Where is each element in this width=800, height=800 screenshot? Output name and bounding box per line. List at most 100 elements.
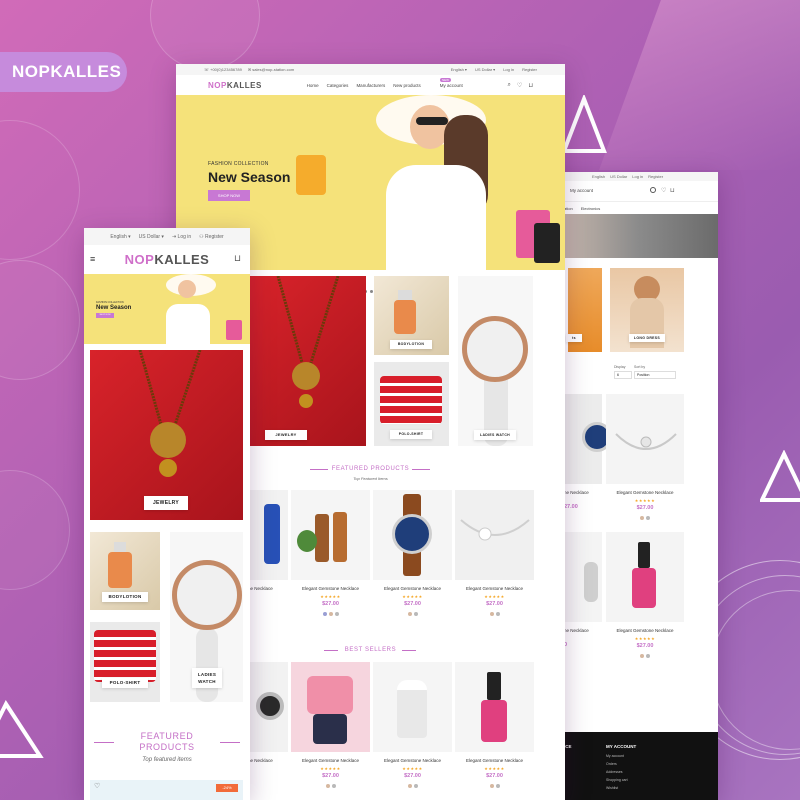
sort-select[interactable]: Position <box>634 371 676 379</box>
product-card[interactable]: ne Necklace 0 <box>564 532 602 662</box>
category-polo-shirt[interactable]: POLO-SHIRT <box>374 362 449 446</box>
language-select[interactable]: English ▾ <box>110 234 130 240</box>
hero-model-image <box>296 95 565 270</box>
search-icon[interactable] <box>650 187 656 193</box>
featured-products-subtitle: Top featured items <box>142 757 192 763</box>
hero-title: New Season <box>208 169 291 185</box>
featured-products-title: FEATURED PRODUCTS <box>139 731 195 752</box>
category-bodylotion[interactable]: BODYLOTION <box>90 532 160 610</box>
category-bodylotion[interactable]: BODYLOTION <box>374 276 449 355</box>
category-label: LADIES WATCH <box>192 668 222 688</box>
triangle-decor-icon <box>0 700 44 758</box>
currency-select[interactable]: US Dollar ▾ <box>139 234 164 240</box>
necklace-image <box>138 349 202 477</box>
product-card[interactable]: Elegant Gemstone Necklace ★★★★★ $27.00 <box>291 490 370 622</box>
shop-now-button[interactable]: SHOP NOW <box>208 190 250 201</box>
sort-label: Sort by <box>634 365 646 369</box>
category-card[interactable]: LONG DRESS <box>610 268 684 352</box>
wishlist-icon[interactable]: ♡ <box>517 82 522 89</box>
site-logo[interactable]: NOPKALLES <box>125 252 210 267</box>
nav-manufacturers[interactable]: Manufacturers <box>356 83 385 88</box>
product-card[interactable]: Elegant Gemstone Necklace ★★★★★ $27.00 <box>373 662 452 800</box>
display-label: Display <box>614 365 626 369</box>
currency-select[interactable]: US Dollar <box>610 174 627 179</box>
nav-my-account[interactable]: My account <box>570 188 593 193</box>
discount-badge: -24% <box>216 784 238 792</box>
email-text: ✉ sales@nop-station.com <box>247 67 295 72</box>
nav-categories[interactable]: Categories <box>327 83 349 88</box>
search-icon[interactable]: ⌕ <box>508 82 511 89</box>
mobile-topbar: English ▾ US Dollar ▾ ⇥ Log in ⚇ Registe… <box>84 228 250 245</box>
category-card[interactable]: ts <box>566 268 602 352</box>
desktop-header: NOPKALLES Home Categories Manufacturers … <box>176 75 565 95</box>
product-card[interactable]: ne Necklace 27.00 <box>564 394 612 524</box>
category-jewelry[interactable]: JEWELRY <box>90 349 243 520</box>
necklace-image <box>276 275 340 408</box>
register-link[interactable]: Register <box>522 67 537 72</box>
footer-link[interactable]: Wishlist <box>606 786 628 790</box>
desktop-topbar: ☏ +00(0)123456789 ✉ sales@nop-station.co… <box>176 64 565 75</box>
hamburger-menu-icon[interactable]: ≡ <box>90 254 95 264</box>
footer-link[interactable]: Addresses <box>606 770 628 774</box>
nav-my-account[interactable]: My account <box>440 83 463 88</box>
category-label: JEWELRY <box>265 430 307 440</box>
triangle-decor-icon <box>561 95 607 153</box>
language-select[interactable]: English <box>592 174 605 179</box>
category-label: LADIES WATCH <box>474 430 516 440</box>
category-jewelry[interactable]: JEWELRY <box>248 275 366 446</box>
category-ladies-watch[interactable]: LADIES WATCH <box>458 276 533 446</box>
category-polo-shirt[interactable]: POLO-SHIRT <box>90 622 160 702</box>
login-link[interactable]: ⇥ Log in <box>172 234 191 240</box>
register-link[interactable]: Register <box>648 174 663 179</box>
new-badge: NEW <box>439 77 451 82</box>
nav-new-products[interactable]: New productsNEW <box>393 77 451 88</box>
product-card[interactable]: ne Necklace <box>248 662 288 800</box>
nav-home[interactable]: Home <box>307 83 319 88</box>
back-header: My account ♡ ⊔ <box>540 182 718 202</box>
category-label: BODYLOTION <box>102 592 148 602</box>
category-ladies-watch[interactable]: LADIES WATCH <box>170 532 243 702</box>
product-card[interactable]: ne Necklace <box>248 490 288 622</box>
subnav-item[interactable]: ation <box>564 206 573 211</box>
shop-now-button[interactable]: SHOP NOW <box>96 313 114 318</box>
product-card[interactable]: Elegant Gemstone Necklace ★★★★★ $27.00 <box>455 490 534 622</box>
category-label: JEWELRY <box>144 496 188 510</box>
register-link[interactable]: ⚇ Register <box>199 234 224 240</box>
mobile-header: ≡ NOPKALLES ⊔ <box>84 245 250 273</box>
footer-link[interactable]: My account <box>606 754 628 758</box>
cart-icon[interactable]: ⊔ <box>670 187 675 194</box>
phone-text: ☏ +00(0)123456789 <box>204 67 242 72</box>
wishlist-icon[interactable]: ♡ <box>661 187 666 194</box>
back-subnav: ation Electronics <box>540 203 718 213</box>
back-screenshot: English US Dollar Log in Register My acc… <box>540 172 718 800</box>
back-hero <box>540 214 718 258</box>
product-card[interactable]: ♡ -24% <box>90 780 243 800</box>
display-select[interactable]: 6 <box>614 371 632 379</box>
footer-link[interactable]: Orders <box>606 762 628 766</box>
hero-kicker: FASHION COLLECTION <box>208 161 269 167</box>
login-link[interactable]: Log in <box>503 67 514 72</box>
currency-select[interactable]: US Dollar ▾ <box>475 67 495 72</box>
category-label: POLO-SHIRT <box>102 678 148 688</box>
category-label: POLO-SHIRT <box>390 430 432 439</box>
brand-badge: NOPKALLES <box>0 52 127 92</box>
mobile-screenshot: English ▾ US Dollar ▾ ⇥ Log in ⚇ Registe… <box>84 228 250 800</box>
wishlist-icon[interactable]: ♡ <box>94 782 100 790</box>
login-link[interactable]: Log in <box>632 174 643 179</box>
product-card[interactable]: Elegant Gemstone Necklace ★★★★★ $27.00 <box>291 662 370 800</box>
mobile-hero-banner: FASHION COLLECTION New Season SHOP NOW <box>84 274 250 344</box>
category-label: BODYLOTION <box>390 340 432 349</box>
site-logo[interactable]: NOPKALLES <box>208 81 262 90</box>
back-footer: ICE MY ACCOUNT My account Orders Address… <box>540 732 718 800</box>
hero-model-image <box>156 274 250 344</box>
product-card[interactable]: Elegant Gemstone Necklace ★★★★★ $27.00 <box>606 394 684 524</box>
language-select[interactable]: English ▾ <box>451 67 467 72</box>
product-card[interactable]: Elegant Gemstone Necklace ★★★★★ $27.00 <box>373 490 452 622</box>
subnav-item[interactable]: Electronics <box>581 206 601 211</box>
cart-icon[interactable]: ⊔ <box>528 82 533 89</box>
product-card[interactable]: Elegant Gemstone Necklace ★★★★★ $27.00 <box>455 662 534 800</box>
footer-link[interactable]: Shopping cart <box>606 778 628 782</box>
triangle-decor-icon <box>760 450 800 502</box>
product-card[interactable]: Elegant Gemstone Necklace ★★★★★ $27.00 <box>606 532 684 662</box>
cart-icon[interactable]: ⊔ <box>234 253 241 264</box>
